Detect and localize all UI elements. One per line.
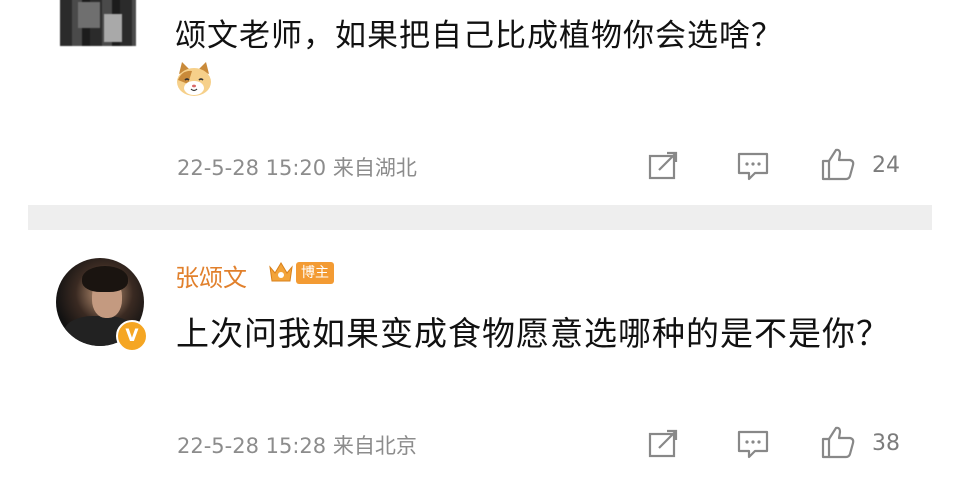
verified-badge: V [116,320,148,352]
divider [28,205,932,230]
cat-emoji-icon [177,62,211,96]
share-icon[interactable] [645,148,681,184]
comment-meta: 22-5-28 15:28 来自北京 [177,434,417,458]
avatar-pixel [104,14,122,42]
like-count: 24 [872,153,900,178]
thumbs-up-icon[interactable] [820,146,856,182]
share-icon[interactable] [645,426,681,462]
comment-item: 颂文老师，如果把自己比成植物你会选啥？ 22-5-28 15:20 来自湖北 2… [0,0,960,205]
blogger-badge: 博主 [296,262,334,284]
comment-icon[interactable] [735,426,771,462]
like-count: 38 [872,431,900,456]
thumbs-up-icon[interactable] [820,424,856,460]
username[interactable]: 张颂文 [175,258,247,293]
avatar-pixel [78,2,100,28]
crown-icon [269,262,293,282]
comment-meta: 22-5-28 15:20 来自湖北 [177,156,417,180]
avatar[interactable] [60,0,136,46]
avatar-hair [82,266,128,292]
reply-text: 上次问我如果变成食物愿意选哪种的是不是你？ [176,314,890,353]
comment-icon[interactable] [735,148,771,184]
comment-text: 颂文老师，如果把自己比成植物你会选啥？ [175,18,783,54]
